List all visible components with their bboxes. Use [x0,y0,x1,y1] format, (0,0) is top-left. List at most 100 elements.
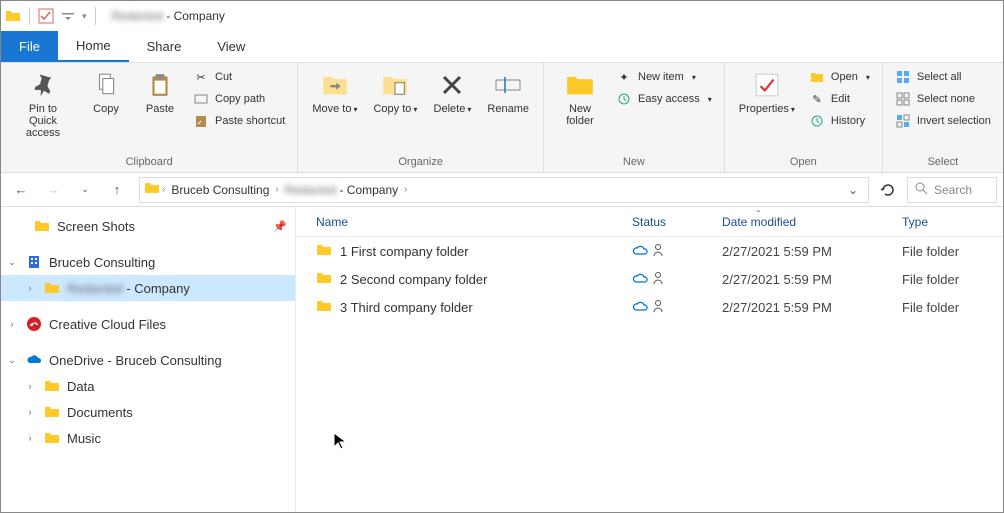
paste-button[interactable]: Paste [135,67,185,119]
easy-access-button[interactable]: Easy access▾ [612,89,716,109]
select-none-button[interactable]: Select none [891,89,995,109]
tree-item-bruceb[interactable]: ⌄ Bruceb Consulting [1,249,295,275]
paste-icon [146,71,174,99]
tree-item-company[interactable]: › Redacted - Company [1,275,295,301]
pin-label: Pin to Quick access [15,103,71,139]
easy-access-icon [616,91,632,107]
copy-button[interactable]: Copy [81,67,131,119]
nav-up-button[interactable]: ↑ [103,176,131,204]
file-date: 2/27/2021 5:59 PM [714,272,894,287]
tree-item-label: Screen Shots [57,219,135,234]
new-folder-button[interactable]: New folder [552,67,608,131]
search-placeholder: Search [934,183,972,197]
copy-to-button[interactable]: Copy to▾ [367,67,423,119]
rename-button[interactable]: Rename [481,67,535,119]
select-all-icon [895,69,911,85]
ribbon-group-organize: Move to▾ Copy to▾ Delete▾ Rename Organiz… [298,63,544,172]
move-to-button[interactable]: Move to▾ [306,67,363,119]
copy-path-icon [193,91,209,107]
edit-button[interactable]: ✎Edit [805,89,874,109]
delete-label: Delete▾ [434,103,472,115]
onedrive-icon [25,351,43,369]
select-none-icon [895,91,911,107]
new-group-label: New [552,154,716,170]
properties-label: Properties▾ [739,103,795,115]
folder-icon [316,242,332,261]
column-type[interactable]: Type [894,215,1003,229]
main-area: Screen Shots 📌 ⌄ Bruceb Consulting › Red… [1,207,1003,512]
search-input[interactable]: Search [907,177,997,203]
chevron-right-icon[interactable]: › [5,319,19,329]
tab-share[interactable]: Share [129,31,200,62]
delete-button[interactable]: Delete▾ [427,67,477,119]
file-row[interactable]: 2 Second company folder2/27/2021 5:59 PM… [296,265,1003,293]
refresh-button[interactable] [873,182,903,198]
breadcrumb-item[interactable]: Bruceb Consulting [167,183,273,197]
file-status [624,299,714,316]
chevron-right-icon[interactable]: › [23,407,37,417]
new-item-icon: ✦ [616,69,632,85]
file-menu[interactable]: File [1,31,58,62]
tree-item-music[interactable]: › Music [1,425,295,451]
rename-label: Rename [487,103,529,115]
file-status [624,243,714,260]
tree-item-data[interactable]: › Data [1,373,295,399]
chevron-right-icon[interactable]: › [23,283,37,293]
chevron-right-icon[interactable]: › [275,184,278,195]
properties-icon [753,71,781,99]
column-date[interactable]: Date modified [714,215,894,229]
chevron-right-icon[interactable]: › [23,381,37,391]
select-all-button[interactable]: Select all [891,67,995,87]
folder-icon [43,403,61,421]
copy-to-label: Copy to▾ [373,103,417,115]
folder-icon [33,217,51,235]
address-dropdown[interactable]: ⌄ [842,183,864,197]
cloud-icon [632,299,648,316]
tree-item-onedrive[interactable]: ⌄ OneDrive - Bruceb Consulting [1,347,295,373]
tree-item-label: Creative Cloud Files [49,317,166,332]
properties-check-icon[interactable] [38,8,54,24]
tree-item-documents[interactable]: › Documents [1,399,295,425]
nav-back-button[interactable]: ← [7,176,35,204]
invert-selection-button[interactable]: Invert selection [891,111,995,131]
history-button[interactable]: History [805,111,874,131]
cut-button[interactable]: ✂Cut [189,67,289,87]
sort-indicator-icon: ⌃ [755,209,762,218]
folder-icon [316,298,332,317]
tab-view[interactable]: View [199,31,263,62]
paste-shortcut-button[interactable]: Paste shortcut [189,111,289,131]
copy-path-button[interactable]: Copy path [189,89,289,109]
history-icon [809,113,825,129]
chevron-right-icon[interactable]: › [404,184,407,195]
qat-dropdown-icon[interactable] [60,8,76,24]
breadcrumb-item[interactable]: Redacted - Company [281,183,402,197]
qat-chevron[interactable]: ▾ [82,11,87,22]
new-folder-icon [566,71,594,99]
new-item-button[interactable]: ✦New item▾ [612,67,716,87]
file-row[interactable]: 3 Third company folder2/27/2021 5:59 PMF… [296,293,1003,321]
paste-shortcut-icon [193,113,209,129]
properties-button[interactable]: Properties▾ [733,67,801,119]
tree-item-screen-shots[interactable]: Screen Shots 📌 [1,213,295,239]
sidebar[interactable]: Screen Shots 📌 ⌄ Bruceb Consulting › Red… [1,207,296,512]
tree-item-label: Documents [67,405,133,420]
nav-forward-button[interactable]: → [39,176,67,204]
chevron-down-icon[interactable]: ⌄ [5,355,19,366]
tree-item-creative-cloud[interactable]: › Creative Cloud Files [1,311,295,337]
cloud-icon [632,243,648,260]
select-group-label: Select [891,154,995,170]
file-row[interactable]: 1 First company folder2/27/2021 5:59 PMF… [296,237,1003,265]
chevron-right-icon[interactable]: › [23,433,37,443]
nav-recent-dropdown[interactable]: ⌄ [71,176,99,204]
open-button[interactable]: Open▾ [805,67,874,87]
column-name[interactable]: Name [308,215,624,229]
cut-icon: ✂ [193,69,209,85]
invert-icon [895,113,911,129]
tab-home[interactable]: Home [58,31,129,62]
pin-quick-access-button[interactable]: Pin to Quick access [9,67,77,143]
breadcrumb[interactable]: › Bruceb Consulting › Redacted - Company… [139,177,869,203]
column-status[interactable]: Status [624,215,714,229]
chevron-down-icon[interactable]: ⌄ [5,257,19,268]
chevron-right-icon[interactable]: › [162,184,165,195]
ribbon-group-new: New folder ✦New item▾ Easy access▾ New [544,63,725,172]
